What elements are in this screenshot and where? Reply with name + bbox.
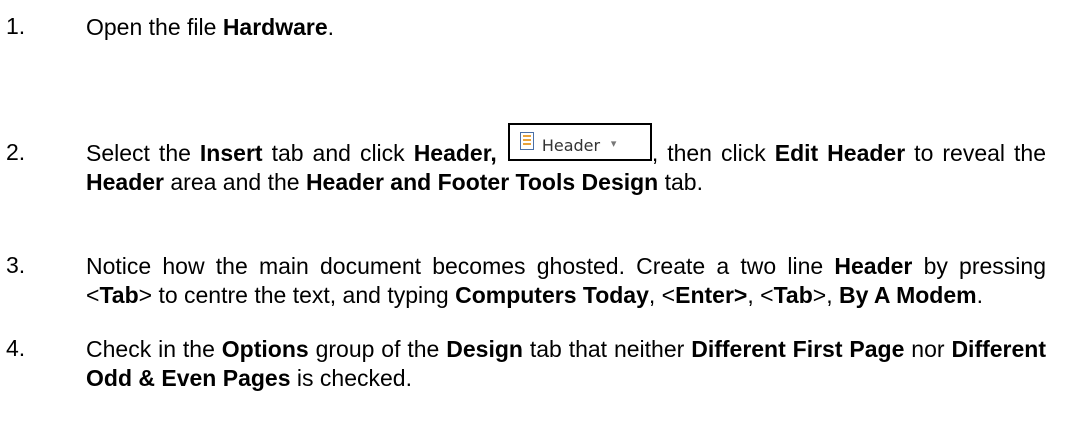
instruction-page: 1. Open the file Hardware. 2. Select the…: [0, 0, 1074, 421]
step-number: 1.: [6, 13, 26, 39]
dropdown-arrow-icon: ▾: [610, 138, 617, 150]
text-run: , <: [648, 282, 676, 308]
text-run: tab that neither: [522, 336, 692, 362]
header-button-image: Header ▾: [507, 123, 652, 161]
text-run: .: [327, 14, 335, 40]
header-icon: [519, 132, 534, 150]
bold-term: Tab: [773, 282, 813, 308]
step-text: Open the file Hardware.: [86, 13, 1046, 42]
text-run: [497, 140, 506, 166]
bold-term: Edit Header: [774, 140, 906, 166]
text-run: nor: [904, 336, 952, 362]
text-run: >,: [812, 282, 839, 308]
text-run: is checked.: [290, 365, 412, 391]
bold-term: Header,: [413, 140, 497, 166]
text-run: , then click: [651, 140, 775, 166]
text-run: tab.: [658, 169, 703, 195]
bold-term: Enter>: [675, 282, 748, 308]
text-run: Notice how the main document becomes gho…: [86, 253, 835, 279]
bold-term: Header: [86, 169, 164, 195]
text-run: Check in the: [86, 336, 222, 362]
bold-term: Header: [834, 253, 913, 279]
step-number: 2.: [6, 139, 26, 165]
step-number: 3.: [6, 252, 26, 278]
step-text: Check in the Options group of the Design…: [86, 335, 1046, 393]
text-run: , <: [747, 282, 774, 308]
header-button-label: Header: [541, 136, 601, 155]
step-text: Notice how the main document becomes gho…: [86, 252, 1046, 310]
bold-term: Different First Page: [691, 336, 905, 362]
step-number: 4.: [6, 335, 26, 361]
step-text: Select the Insert tab and click Header , …: [86, 123, 1047, 197]
text-run: .: [976, 282, 983, 308]
text-run: > to centre the text, and typing: [138, 282, 456, 308]
bold-term: Options: [221, 336, 309, 362]
bold-term: Tab: [99, 282, 139, 308]
bold-term: Insert: [199, 140, 263, 166]
bold-term: Header and Footer Tools Design: [305, 169, 659, 195]
text-run: group of the: [308, 336, 447, 362]
bold-term: Hardware: [222, 14, 328, 40]
text-run: area and the: [163, 169, 306, 195]
text-run: to reveal the: [905, 140, 1047, 166]
bold-term: By A Modem: [838, 282, 977, 308]
text-run: tab and click: [262, 140, 414, 166]
text-run: Select the: [86, 140, 200, 166]
text-run: Open the file: [86, 14, 223, 40]
bold-term: Computers Today: [455, 282, 649, 308]
bold-term: Design: [446, 336, 523, 362]
